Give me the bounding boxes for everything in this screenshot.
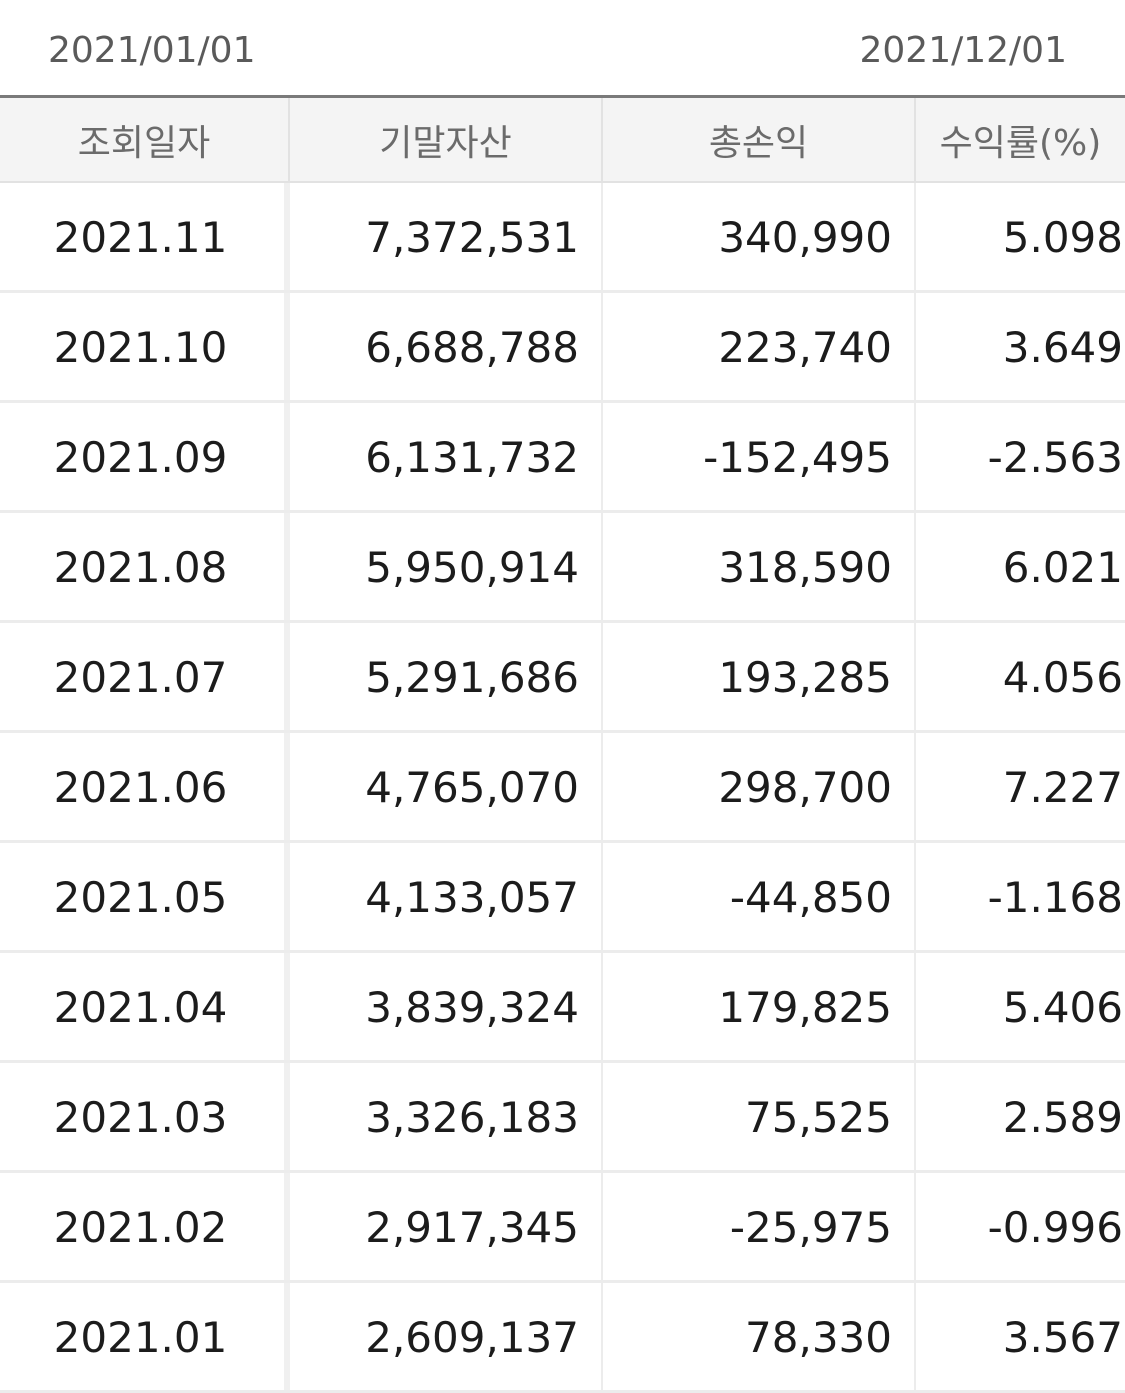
row-total-profit: 78,330: [603, 1283, 916, 1390]
row-total-profit: -25,975: [603, 1173, 916, 1280]
row-date: 2021.01: [0, 1283, 290, 1390]
row-date: 2021.09: [0, 403, 290, 510]
row-ending-assets: 6,688,788: [290, 293, 603, 400]
row-return-rate: 4.056: [1002, 653, 1123, 702]
row-ending-assets: 5,291,686: [290, 623, 603, 730]
table-row[interactable]: 2021.03 3,326,183 75,525 2.589: [0, 1063, 1125, 1173]
row-total-profit: 75,525: [603, 1063, 916, 1170]
row-date: 2021.02: [0, 1173, 290, 1280]
row-date: 2021.08: [0, 513, 290, 620]
row-ending-assets: 5,950,914: [290, 513, 603, 620]
end-date-picker[interactable]: 2021/12/01: [860, 30, 1068, 71]
row-date: 2021.03: [0, 1063, 290, 1170]
row-ending-assets: 2,609,137: [290, 1283, 603, 1390]
row-ending-assets: 7,372,531: [290, 183, 603, 290]
header-total-profit: 총손익: [603, 98, 916, 181]
row-ending-assets: 3,326,183: [290, 1063, 603, 1170]
header-return-rate: 수익률(%): [939, 122, 1102, 164]
row-ending-assets: 6,131,732: [290, 403, 603, 510]
row-date: 2021.11: [0, 183, 290, 290]
row-return-rate: 3.567: [1002, 1313, 1123, 1362]
table-row[interactable]: 2021.09 6,131,732 -152,495 -2.563: [0, 403, 1125, 513]
table-row[interactable]: 2021.06 4,765,070 298,700 7.227: [0, 733, 1125, 843]
row-total-profit: 193,285: [603, 623, 916, 730]
row-return-rate: 5.406: [1002, 983, 1123, 1032]
date-range-bar: 2021/01/01 2021/12/01: [0, 0, 1125, 95]
header-date: 조회일자: [0, 98, 290, 181]
row-total-profit: 318,590: [603, 513, 916, 620]
row-ending-assets: 2,917,345: [290, 1173, 603, 1280]
row-date: 2021.06: [0, 733, 290, 840]
row-total-profit: -44,850: [603, 843, 916, 950]
row-return-rate: -0.996: [987, 1203, 1123, 1252]
table-row[interactable]: 2021.07 5,291,686 193,285 4.056: [0, 623, 1125, 733]
table-row[interactable]: 2021.05 4,133,057 -44,850 -1.168: [0, 843, 1125, 953]
table-row[interactable]: 2021.10 6,688,788 223,740 3.649: [0, 293, 1125, 403]
row-date: 2021.07: [0, 623, 290, 730]
table-body: 2021.11 7,372,531 340,990 5.098 2021.10 6,688…: [0, 183, 1125, 1393]
table-row[interactable]: 2021.01 2,609,137 78,330 3.567: [0, 1283, 1125, 1393]
table-row[interactable]: 2021.08 5,950,914 318,590 6.021: [0, 513, 1125, 623]
row-return-rate: 3.649: [1002, 323, 1123, 372]
table-row[interactable]: 2021.02 2,917,345 -25,975 -0.996: [0, 1173, 1125, 1283]
table-header: 조회일자 기말자산 총손익 수익률(%): [0, 98, 1125, 183]
row-total-profit: -152,495: [603, 403, 916, 510]
row-return-rate: 7.227: [1002, 763, 1123, 812]
row-total-profit: 223,740: [603, 293, 916, 400]
table-row[interactable]: 2021.04 3,839,324 179,825 5.406: [0, 953, 1125, 1063]
row-date: 2021.04: [0, 953, 290, 1060]
row-total-profit: 340,990: [603, 183, 916, 290]
row-return-rate: 2.589: [1002, 1093, 1123, 1142]
start-date-picker[interactable]: 2021/01/01: [48, 30, 256, 71]
row-ending-assets: 4,133,057: [290, 843, 603, 950]
row-ending-assets: 4,765,070: [290, 733, 603, 840]
row-date: 2021.05: [0, 843, 290, 950]
row-return-rate: 6.021: [1002, 543, 1123, 592]
row-return-rate: -1.168: [987, 873, 1123, 922]
header-ending-assets: 기말자산: [290, 98, 603, 181]
row-total-profit: 179,825: [603, 953, 916, 1060]
row-date: 2021.10: [0, 293, 290, 400]
row-return-rate: -2.563: [987, 433, 1123, 482]
row-return-rate: 5.098: [1002, 213, 1123, 262]
row-total-profit: 298,700: [603, 733, 916, 840]
table-row[interactable]: 2021.11 7,372,531 340,990 5.098: [0, 183, 1125, 293]
row-ending-assets: 3,839,324: [290, 953, 603, 1060]
monthly-returns-table: 조회일자 기말자산 총손익 수익률(%) 2021.11 7,372,531 340…: [0, 95, 1125, 1393]
